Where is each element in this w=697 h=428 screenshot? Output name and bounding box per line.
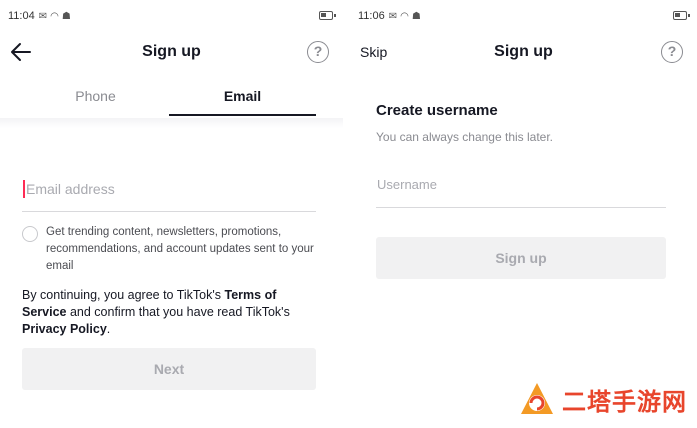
email-signup-screen: 11:04 ✉ ◠ ☗ Sign up ? Phone Email Email … — [0, 0, 343, 428]
notification-icon: ☗ — [61, 10, 71, 22]
page-title: Sign up — [142, 43, 201, 60]
wifi-icon: ◠ — [400, 10, 409, 22]
email-input[interactable]: Email address — [22, 172, 316, 212]
tab-phone[interactable]: Phone — [22, 84, 169, 116]
create-username-screen: 11:06 ✉ ◠ ☗ Skip Sign up ? Create userna… — [350, 0, 697, 428]
watermark: 二塔手游网 — [518, 380, 687, 418]
status-bar: 11:06 ✉ ◠ ☗ — [358, 8, 690, 24]
battery-icon — [319, 11, 336, 20]
help-icon[interactable]: ? — [307, 41, 329, 63]
username-placeholder: Username — [377, 177, 437, 192]
next-button[interactable]: Next — [22, 348, 316, 390]
privacy-policy-link[interactable]: Privacy Policy — [22, 322, 107, 336]
notification-icon: ☗ — [411, 10, 421, 22]
watermark-logo-icon — [521, 383, 553, 414]
header: Skip Sign up ? — [350, 36, 697, 68]
sign-up-button[interactable]: Sign up — [376, 237, 666, 279]
tab-divider — [0, 118, 343, 128]
consent-radio[interactable] — [22, 226, 38, 242]
legal-text-part3: . — [106, 322, 111, 336]
create-username-subtitle: You can always change this later. — [376, 130, 554, 144]
page-title: Sign up — [494, 43, 553, 60]
legal-text: By continuing, you agree to TikTok's Ter… — [22, 287, 322, 338]
legal-text-part2: and confirm that you have read TikTok's — [66, 305, 290, 319]
signup-tabs: Phone Email — [22, 84, 316, 116]
text-caret — [23, 180, 25, 198]
legal-text-part1: By continuing, you agree to TikTok's — [22, 288, 225, 302]
help-icon[interactable]: ? — [661, 41, 683, 63]
status-time: 11:06 — [358, 10, 385, 22]
username-input[interactable]: Username — [376, 172, 666, 208]
wifi-icon: ◠ — [50, 10, 59, 22]
header: Sign up ? — [0, 36, 343, 68]
email-placeholder: Email address — [26, 181, 115, 197]
status-bar: 11:04 ✉ ◠ ☗ — [8, 8, 336, 24]
create-username-heading: Create username — [376, 102, 498, 119]
battery-icon — [673, 11, 690, 20]
tab-email[interactable]: Email — [169, 84, 316, 116]
status-time: 11:04 — [8, 10, 35, 22]
message-icon: ✉ — [388, 10, 398, 22]
message-icon: ✉ — [38, 10, 48, 22]
watermark-text: 二塔手游网 — [562, 387, 687, 416]
consent-text: Get trending content, newsletters, promo… — [46, 226, 314, 272]
